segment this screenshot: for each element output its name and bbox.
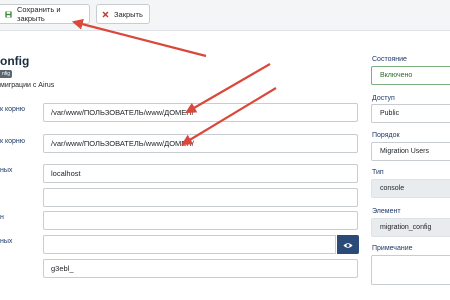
table-prefix-input[interactable]: g3ebl_ bbox=[43, 259, 358, 278]
field-label-root-path-2: к корню bbox=[0, 138, 26, 145]
order-label: Порядок bbox=[372, 132, 400, 139]
close-label: Закрыть bbox=[114, 9, 143, 19]
floppy-disk-icon bbox=[5, 10, 12, 18]
root-path-input-2[interactable]: /var/www/ПОЛЬЗОВАТЕЛЬ/www/ДОМЕН/ bbox=[43, 134, 358, 153]
note-label: Примечание bbox=[372, 245, 413, 252]
element-readonly-field: migration_config bbox=[371, 218, 450, 237]
toolbar: Сохранить и закрыть Закрыть bbox=[0, 0, 450, 31]
x-icon bbox=[102, 11, 109, 18]
type-readonly-field: console bbox=[371, 179, 450, 198]
type-label: Тип bbox=[372, 169, 384, 176]
field-label-root-path-1: к корню bbox=[0, 106, 26, 113]
show-password-button[interactable] bbox=[337, 235, 359, 254]
host-input[interactable]: localhost bbox=[43, 164, 358, 183]
note-textarea[interactable] bbox=[371, 255, 450, 285]
element-label: Элемент bbox=[372, 208, 401, 215]
save-and-close-label: Сохранить и закрыть bbox=[17, 5, 61, 23]
state-label: Состояние bbox=[372, 56, 407, 63]
close-button[interactable]: Закрыть bbox=[96, 4, 150, 24]
config-badge: nfig bbox=[0, 70, 13, 78]
field-label-password: ных bbox=[0, 238, 13, 245]
order-select[interactable]: Migration Users bbox=[371, 142, 450, 161]
password-input[interactable] bbox=[43, 235, 336, 254]
db-field-input-2[interactable] bbox=[43, 211, 358, 230]
page-description: миграции с Airus bbox=[0, 82, 55, 89]
eye-icon bbox=[343, 236, 353, 254]
save-and-close-button[interactable]: Сохранить и закрыть bbox=[0, 4, 90, 24]
root-path-input-1[interactable]: /var/www/ПОЛЬЗОВАТЕЛЬ/www/ДОМЕН/ bbox=[43, 103, 358, 122]
access-label: Доступ bbox=[372, 95, 395, 102]
field-label-db-field: н bbox=[0, 214, 4, 221]
db-field-input-1[interactable] bbox=[43, 188, 358, 207]
field-label-host: ных bbox=[0, 167, 13, 174]
page-title: onfig bbox=[0, 54, 30, 68]
access-select[interactable]: Public bbox=[371, 104, 450, 123]
state-select[interactable]: Включено bbox=[371, 66, 450, 85]
